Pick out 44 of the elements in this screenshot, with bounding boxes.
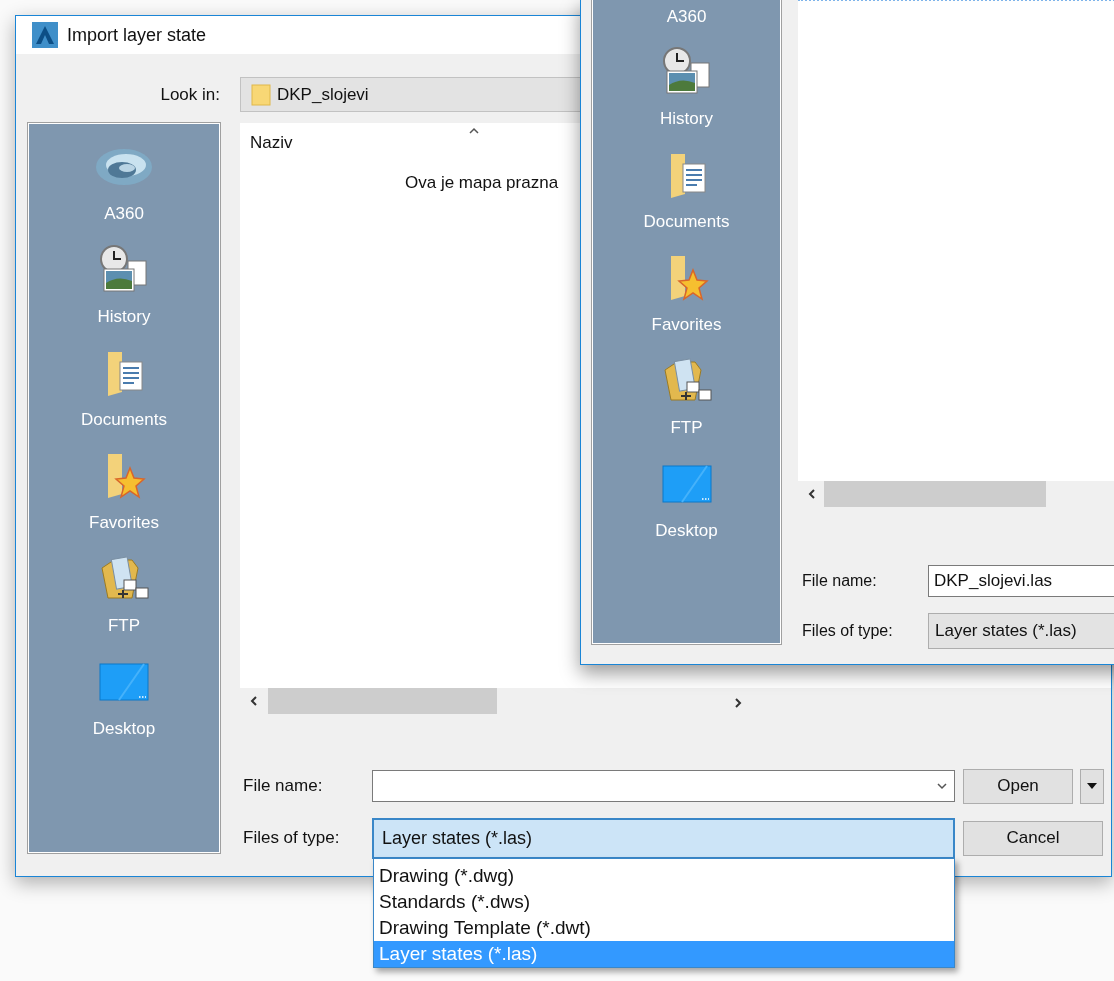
window-title: Import layer state — [67, 24, 207, 46]
place-item[interactable]: Desktop — [92, 717, 156, 741]
caret-down-icon — [1087, 783, 1097, 789]
open-options-button[interactable] — [1080, 768, 1104, 804]
scroll-left-icon[interactable] — [806, 488, 818, 500]
dropdown-option[interactable]: Layer states (*.las) — [374, 941, 954, 967]
empty-folder-message: Ova je mapa prazna — [405, 173, 559, 193]
triangle-logo-icon — [32, 22, 58, 48]
place-item[interactable]: History — [97, 305, 151, 329]
desktop-icon — [99, 663, 149, 701]
place-item[interactable]: Desktop — [655, 519, 718, 543]
open-button[interactable]: Open — [963, 768, 1073, 804]
desktop-icon — [661, 465, 712, 503]
files-of-type-dropdown[interactable]: Layer states (*.las) — [928, 613, 1114, 649]
file-name-field[interactable] — [372, 770, 955, 802]
place-item[interactable]: A360 — [104, 202, 144, 226]
file-name-field[interactable]: DKP_slojevi.las — [928, 565, 1114, 597]
place-item[interactable]: Favorites — [651, 313, 722, 337]
scroll-right-icon[interactable] — [732, 697, 744, 709]
dropdown-option[interactable]: Standards (*.dws) — [374, 889, 954, 915]
file-name-label: File name: — [801, 572, 878, 590]
scroll-left-icon[interactable] — [248, 695, 260, 707]
dropdown-option[interactable]: Drawing (*.dwg) — [374, 863, 954, 889]
dropdown-option[interactable]: Drawing Template (*.dwt) — [374, 915, 954, 941]
column-header[interactable]: Naziv — [250, 133, 293, 153]
files-of-type-label: Files of type: — [801, 622, 894, 640]
clock-and-documents-icon — [98, 245, 150, 295]
place-item[interactable]: FTP — [670, 416, 703, 440]
scrollbar-thumb[interactable] — [268, 688, 497, 714]
scrollbar-thumb[interactable] — [824, 481, 1046, 507]
dropdown-chevron-icon[interactable] — [936, 780, 948, 792]
files-of-type-dropdown[interactable]: Layer states (*.las) — [372, 817, 955, 859]
place-item[interactable]: History — [660, 107, 713, 131]
file-name-label: File name: — [242, 776, 324, 796]
place-item[interactable]: A360 — [666, 5, 707, 29]
place-item[interactable]: Documents — [643, 210, 730, 234]
place-item[interactable]: Documents — [81, 408, 167, 432]
clock-and-documents-icon — [660, 47, 713, 97]
cancel-button[interactable]: Cancel — [963, 820, 1103, 856]
files-of-type-label: Files of type: — [242, 828, 341, 848]
place-item[interactable]: FTP — [107, 614, 141, 638]
folder-icon — [251, 82, 271, 107]
look-in-label: Look in: — [159, 84, 220, 105]
place-item[interactable]: Favorites — [89, 511, 159, 535]
